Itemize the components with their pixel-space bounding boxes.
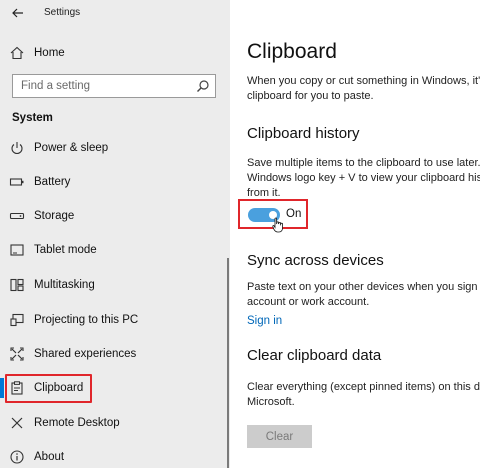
search-icon[interactable] bbox=[196, 79, 210, 93]
info-icon bbox=[9, 449, 25, 465]
nav-item-label: Remote Desktop bbox=[34, 417, 120, 429]
nav-item-label: Tablet mode bbox=[34, 244, 97, 256]
battery-icon bbox=[9, 174, 25, 190]
nav-item-label: Projecting to this PC bbox=[34, 314, 139, 326]
home-icon bbox=[9, 45, 25, 61]
clear-desc-line-1: Clear everything (except pinned items) o… bbox=[247, 381, 480, 393]
nav-item-label: Power & sleep bbox=[34, 142, 109, 154]
nav-item-power-sleep[interactable]: Power & sleep bbox=[0, 132, 226, 164]
projector-icon bbox=[9, 312, 25, 328]
multitasking-icon bbox=[9, 277, 25, 293]
shared-icon bbox=[9, 346, 25, 362]
title-bar: Settings bbox=[0, 0, 230, 26]
nav-item-label: Storage bbox=[34, 210, 75, 222]
nav-scrollbar[interactable] bbox=[227, 258, 229, 468]
storage-icon bbox=[9, 208, 25, 224]
nav-item-home[interactable]: Home bbox=[0, 37, 226, 69]
history-desc-line-2: Windows logo key + V to view your clipbo… bbox=[247, 172, 480, 184]
back-button[interactable] bbox=[8, 4, 28, 22]
page-title: Clipboard bbox=[247, 40, 337, 63]
search-input[interactable] bbox=[13, 75, 191, 97]
sync-desc-line-1: Paste text on your other devices when yo… bbox=[247, 281, 480, 293]
search-box[interactable] bbox=[12, 74, 216, 98]
arrow-left-icon bbox=[12, 8, 23, 18]
nav-item-label: Home bbox=[34, 47, 65, 59]
clipboard-history-heading: Clipboard history bbox=[247, 125, 360, 142]
section-heading-system: System bbox=[12, 112, 53, 124]
nav-item-label: Battery bbox=[34, 176, 71, 188]
clear-data-heading: Clear clipboard data bbox=[247, 347, 382, 364]
nav-item-label: Multitasking bbox=[34, 279, 95, 291]
sync-desc-line-2: account or work account. bbox=[247, 296, 370, 308]
clear-button[interactable]: Clear bbox=[247, 425, 312, 448]
nav-item-label: Shared experiences bbox=[34, 348, 137, 360]
nav-item-shared-experiences[interactable]: Shared experiences bbox=[0, 338, 226, 370]
toggle-state-label: On bbox=[286, 208, 302, 220]
content-pane: Clipboard When you copy or cut something… bbox=[230, 0, 480, 468]
hand-cursor-icon bbox=[272, 217, 283, 233]
navigation-pane: Settings Home System Power & sleep Batte… bbox=[0, 0, 230, 468]
nav-item-tablet-mode[interactable]: Tablet mode bbox=[0, 234, 226, 266]
nav-item-about[interactable]: About bbox=[0, 441, 226, 468]
nav-item-label: About bbox=[34, 451, 65, 463]
power-icon bbox=[9, 140, 25, 156]
clear-desc-line-2: Microsoft. bbox=[247, 396, 295, 408]
nav-item-storage[interactable]: Storage bbox=[0, 200, 226, 232]
clipboard-history-toggle-highlight: On bbox=[238, 199, 308, 233]
nav-item-remote-desktop[interactable]: Remote Desktop bbox=[0, 407, 226, 439]
app-title: Settings bbox=[44, 7, 81, 18]
intro-line-2: clipboard for you to paste. bbox=[247, 90, 374, 102]
tablet-icon bbox=[9, 242, 25, 258]
intro-line-1: When you copy or cut something in Window… bbox=[247, 75, 480, 87]
sign-in-link[interactable]: Sign in bbox=[247, 315, 282, 327]
clipboard-highlight-box bbox=[5, 374, 92, 403]
remote-desktop-icon bbox=[9, 415, 25, 431]
nav-item-battery[interactable]: Battery bbox=[0, 166, 226, 198]
nav-item-projecting[interactable]: Projecting to this PC bbox=[0, 304, 226, 336]
sync-heading: Sync across devices bbox=[247, 252, 384, 269]
history-desc-line-1: Save multiple items to the clipboard to … bbox=[247, 157, 480, 169]
nav-item-multitasking[interactable]: Multitasking bbox=[0, 269, 226, 301]
